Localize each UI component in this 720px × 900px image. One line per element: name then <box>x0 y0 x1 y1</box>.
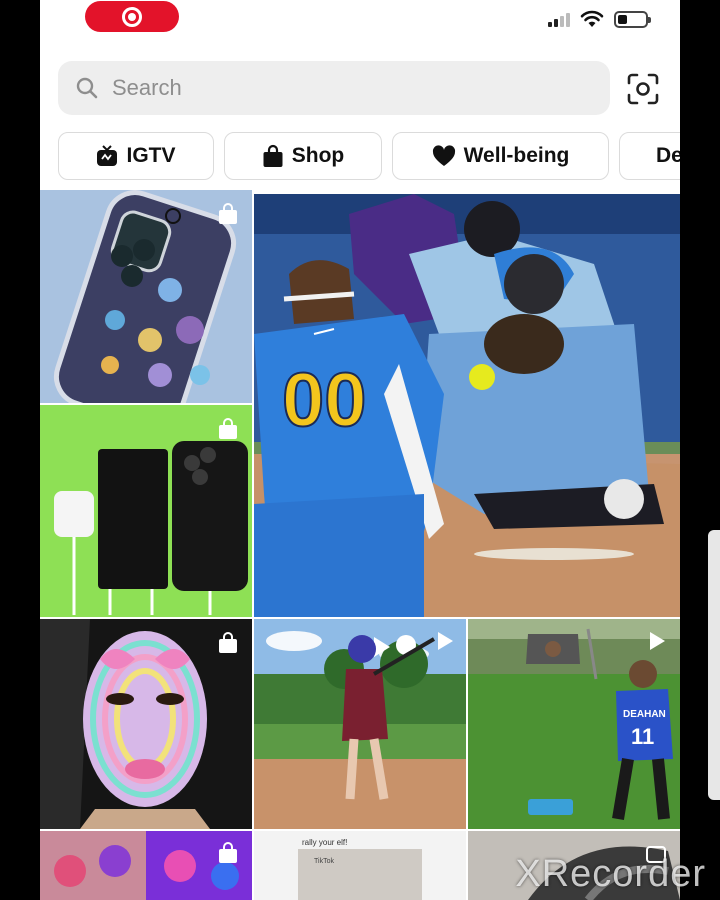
explore-grid: 00 DEAHAN 11 rally your elf! TikTok <box>40 190 680 900</box>
scan-button[interactable] <box>624 70 662 108</box>
tile-batter-video[interactable] <box>254 619 466 829</box>
chip-igtv[interactable]: IGTV <box>58 132 214 180</box>
topic-chips: IGTV Shop Well-being De <box>58 132 680 182</box>
battery-icon <box>614 10 651 28</box>
instagram-explore-screen: Search IGTV Shop Well-being De 00 DEAHAN… <box>40 0 680 900</box>
tiktok-post-image: rally your elf! TikTok <box>254 831 466 900</box>
scan-icon <box>627 73 659 105</box>
tile-tiktok-post[interactable]: rally your elf! TikTok <box>254 831 466 900</box>
record-icon <box>122 6 142 27</box>
post-app-label: TikTok <box>314 858 334 865</box>
chip-label: Shop <box>291 144 345 167</box>
play-icon <box>650 632 665 650</box>
shopping-bag-icon <box>219 632 237 653</box>
tile-face-makeup[interactable] <box>40 619 252 829</box>
status-icons <box>548 10 651 28</box>
search-input[interactable]: Search <box>58 61 610 115</box>
igtv-icon <box>97 145 118 166</box>
search-icon <box>74 75 100 101</box>
shopping-bag-icon <box>219 418 237 439</box>
cellular-signal-icon <box>548 11 570 27</box>
chip-well-being[interactable]: Well-being <box>392 132 609 180</box>
tile-phone-accessories[interactable] <box>40 405 252 617</box>
search-row: Search <box>40 58 680 118</box>
scrollbar-thumb[interactable] <box>708 530 720 800</box>
chip-label: Well-being <box>463 144 570 167</box>
shopping-bag-icon <box>219 842 237 863</box>
heart-icon <box>432 145 455 166</box>
search-placeholder: Search <box>112 75 182 100</box>
jersey-number: 00 <box>282 358 367 443</box>
play-icon <box>438 632 453 650</box>
tile-softball-video[interactable]: 00 <box>254 194 680 617</box>
shopping-bag-icon <box>219 203 237 224</box>
jersey-number: 11 <box>631 724 654 749</box>
post-caption: rally your elf! <box>302 838 347 847</box>
recorder-watermark: XRecorder <box>515 853 706 895</box>
chip-label: De <box>656 144 680 167</box>
status-bar <box>40 0 680 40</box>
tile-phone-case[interactable] <box>40 190 252 403</box>
jersey-name: DEAHAN <box>623 709 666 720</box>
shopping-bag-icon <box>263 144 283 167</box>
chip-shop[interactable]: Shop <box>224 132 382 180</box>
wifi-icon <box>580 10 604 27</box>
softball-catcher-image: 00 <box>254 194 680 617</box>
tile-fielder-video[interactable]: DEAHAN 11 <box>468 619 680 829</box>
screen-recording-indicator[interactable] <box>85 1 179 32</box>
chip-partial[interactable]: De <box>619 132 680 180</box>
chip-label: IGTV <box>126 144 176 167</box>
tile-nail-polish[interactable] <box>40 831 252 900</box>
